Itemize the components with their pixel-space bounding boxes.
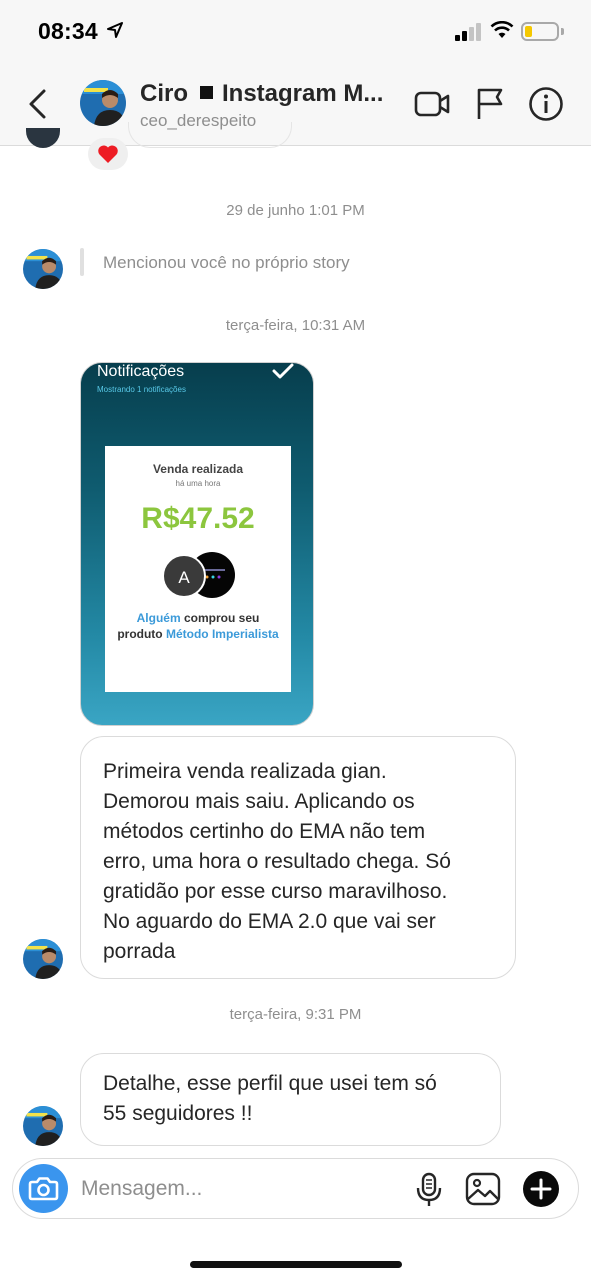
status-time: 08:34 — [38, 18, 98, 44]
buyer-avatar: A — [162, 554, 206, 598]
message-bubble[interactable]: Primeira venda realizada gian. Demorou m… — [80, 736, 516, 979]
check-icon — [272, 363, 294, 379]
gallery-icon[interactable] — [465, 1172, 501, 1206]
sale-title: Venda realizada — [152, 462, 244, 476]
location-arrow-icon — [107, 22, 123, 38]
home-indicator — [190, 1261, 402, 1268]
story-notif-title: Notificações — [97, 363, 185, 380]
avatar[interactable] — [23, 939, 63, 979]
heart-icon — [98, 145, 118, 163]
plus-button[interactable] — [523, 1171, 559, 1207]
message-text: Detalhe, esse perfil que usei tem só 55 … — [103, 1072, 437, 1125]
mic-icon[interactable] — [415, 1172, 443, 1208]
avatar[interactable] — [23, 1106, 63, 1146]
plus-icon — [530, 1178, 552, 1200]
avatar[interactable] — [23, 249, 63, 289]
back-icon[interactable] — [26, 88, 48, 120]
message-input[interactable] — [81, 1175, 401, 1203]
wifi-icon — [490, 21, 514, 38]
sale-time: há uma hora — [175, 479, 221, 488]
mention-divider — [80, 248, 84, 276]
message-timestamp: terça-feira, 9:31 PM — [229, 1006, 362, 1023]
signal-icon — [455, 23, 483, 41]
status-bar: 08:34 — [0, 0, 591, 62]
video-icon[interactable] — [414, 90, 450, 118]
camera-icon — [28, 1177, 59, 1201]
chat-title[interactable]: Ciro Instagram M... — [140, 80, 383, 108]
sale-description: Alguém comprou seu produto Método Imperi… — [117, 611, 279, 641]
reaction-badge[interactable] — [88, 138, 128, 170]
story-preview[interactable]: Notificações Mostrando 1 notificações Ve… — [80, 362, 314, 726]
story-notif-subtitle: Mostrando 1 notificações — [97, 385, 186, 394]
message-bubble — [128, 122, 292, 148]
message-timestamp: 29 de junho 1:01 PM — [226, 202, 365, 219]
flag-icon[interactable] — [475, 87, 505, 121]
battery-icon — [521, 22, 559, 41]
message-composer — [12, 1158, 579, 1219]
story-mention-text[interactable]: Mencionou você no próprio story — [103, 253, 350, 273]
message-timestamp: terça-feira, 10:31 AM — [225, 317, 366, 334]
camera-button[interactable] — [19, 1164, 68, 1213]
avatar[interactable] — [80, 80, 126, 126]
chat-header: Ciro Instagram M... ceo_derespeito — [0, 62, 591, 146]
message-text: Primeira venda realizada gian. Demorou m… — [103, 760, 451, 963]
sale-notification-card: Venda realizada há uma hora R$47.52 A Al… — [105, 446, 291, 692]
square-icon — [200, 86, 213, 100]
sale-amount: R$47.52 — [141, 502, 255, 535]
message-bubble[interactable]: Detalhe, esse perfil que usei tem só 55 … — [80, 1053, 501, 1146]
info-icon[interactable] — [528, 86, 564, 122]
